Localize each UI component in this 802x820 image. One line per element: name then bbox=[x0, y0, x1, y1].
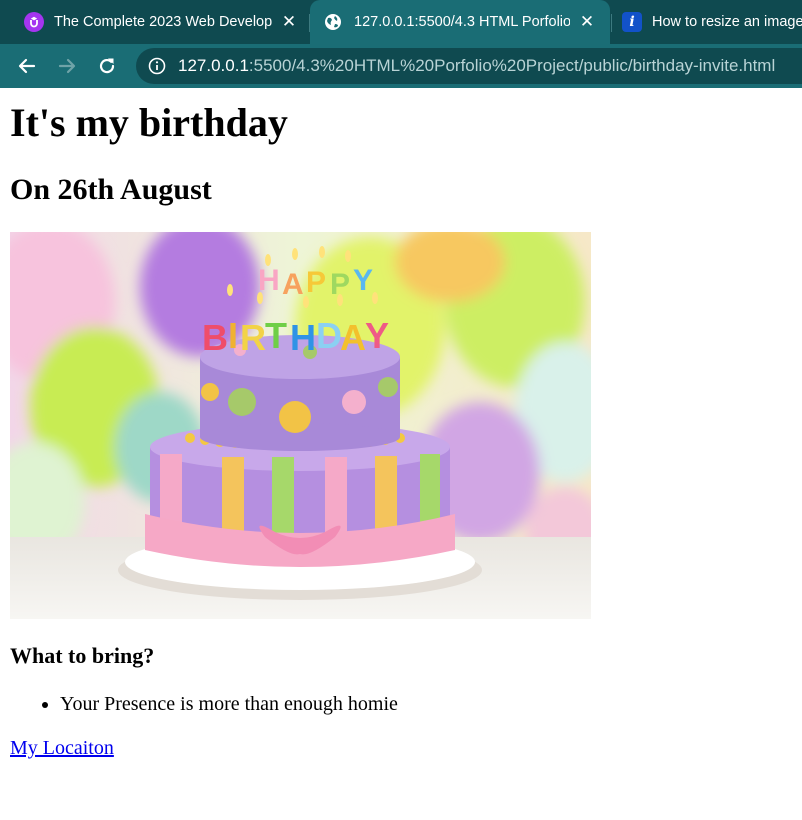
svg-text:Y: Y bbox=[353, 264, 373, 297]
location-link[interactable]: My Locaiton bbox=[10, 735, 114, 761]
svg-text:D: D bbox=[316, 315, 342, 356]
svg-text:H: H bbox=[258, 264, 280, 297]
tab-strip: The Complete 2023 Web Development Bootca… bbox=[0, 0, 802, 44]
arrow-left-icon bbox=[18, 58, 36, 74]
bring-list: Your Presence is more than enough homie bbox=[0, 691, 398, 717]
svg-text:P: P bbox=[306, 266, 326, 299]
tab-udemy-course[interactable]: The Complete 2023 Web Development Bootca… bbox=[14, 0, 308, 44]
info-icon: i bbox=[622, 12, 642, 32]
globe-icon bbox=[324, 13, 342, 31]
list-item: Your Presence is more than enough homie bbox=[60, 691, 398, 717]
svg-text:H: H bbox=[290, 317, 316, 358]
arrow-right-icon bbox=[58, 58, 76, 74]
address-bar[interactable]: 127.0.0.1:5500/4.3%20HTML%20Porfolio%20P… bbox=[136, 48, 802, 84]
page-title: It's my birthday bbox=[10, 100, 288, 145]
tab-resize-image[interactable]: i How to resize an image bbox=[612, 0, 802, 44]
svg-text:Y: Y bbox=[365, 315, 389, 356]
url-text: 127.0.0.1:5500/4.3%20HTML%20Porfolio%20P… bbox=[178, 56, 775, 76]
reload-button[interactable] bbox=[95, 54, 119, 78]
browser-toolbar: 127.0.0.1:5500/4.3%20HTML%20Porfolio%20P… bbox=[0, 44, 802, 88]
tab-title: How to resize an image bbox=[652, 14, 802, 30]
birthday-cake-picture: H A P P Y B I R T H D A Y bbox=[10, 232, 591, 619]
tab-birthday-invite[interactable]: 127.0.0.1:5500/4.3 HTML Porfolio Project… bbox=[310, 0, 610, 44]
site-info-icon[interactable] bbox=[148, 57, 166, 75]
svg-text:I: I bbox=[228, 315, 238, 356]
url-host: 127.0.0.1 bbox=[178, 56, 249, 75]
url-path: :5500/4.3%20HTML%20Porfolio%20Project/pu… bbox=[248, 56, 776, 75]
svg-text:B: B bbox=[202, 317, 228, 358]
svg-text:A: A bbox=[282, 268, 304, 301]
section-heading: What to bring? bbox=[10, 643, 155, 668]
close-icon[interactable]: ✕ bbox=[278, 12, 300, 32]
udemy-icon bbox=[24, 12, 44, 32]
svg-text:A: A bbox=[340, 317, 366, 358]
svg-text:T: T bbox=[265, 315, 287, 356]
back-button[interactable] bbox=[15, 54, 39, 78]
birthday-cake-image: H A P P Y B I R T H D A Y bbox=[10, 232, 591, 619]
svg-text:R: R bbox=[240, 317, 266, 358]
date-subheading: On 26th August bbox=[10, 173, 212, 206]
tab-title: The Complete 2023 Web Development Bootca… bbox=[54, 14, 272, 30]
close-icon[interactable]: ✕ bbox=[576, 12, 598, 32]
reload-icon bbox=[99, 58, 115, 74]
forward-button[interactable] bbox=[55, 54, 79, 78]
page-content: It's my birthday On 26th August H A P P … bbox=[0, 88, 802, 820]
tab-title: 127.0.0.1:5500/4.3 HTML Porfolio Project bbox=[354, 14, 570, 30]
